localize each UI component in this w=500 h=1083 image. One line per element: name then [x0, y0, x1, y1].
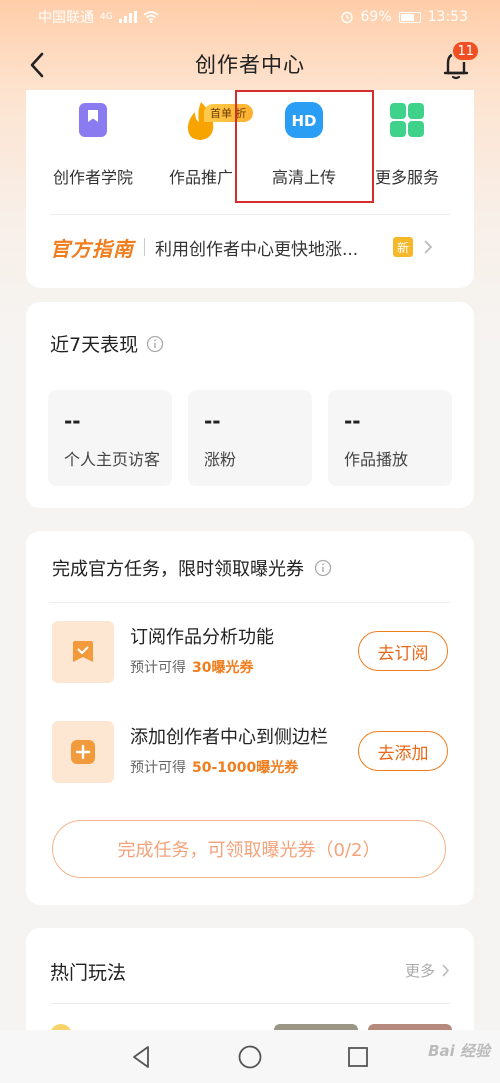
divider: [50, 602, 450, 603]
task-item-add-sidebar: 添加创作者中心到侧边栏 预计可得 50-1000曝光券 去添加: [52, 721, 448, 785]
task-reward: 预计可得 50-1000曝光券: [130, 760, 299, 776]
performance-card: 近7天表现 -- 个人主页访客 -- 涨粉 -- 作品播放: [26, 302, 474, 508]
info-icon[interactable]: [314, 559, 332, 577]
nav-back-icon[interactable]: [129, 1044, 155, 1070]
info-icon[interactable]: [146, 335, 164, 353]
hot-title: 热门玩法: [50, 962, 127, 984]
wifi-icon: [143, 11, 159, 23]
carrier-label: 中国联通: [38, 10, 94, 26]
task-name: 订阅作品分析功能: [130, 627, 274, 648]
section-title: 完成官方任务，限时领取曝光券: [52, 555, 332, 581]
task-item-subscribe: 订阅作品分析功能 预计可得 30曝光券 去订阅: [52, 621, 448, 685]
clock: 13:53: [427, 9, 468, 25]
chevron-right-icon: [424, 240, 433, 254]
tasks-title: 完成官方任务，限时领取曝光券: [52, 559, 304, 580]
section-title: 近7天表现: [50, 330, 164, 357]
claim-vouchers-button[interactable]: 完成任务，可领取曝光券（0/2）: [52, 820, 446, 878]
notification-badge: 11: [451, 40, 480, 62]
divider: [50, 1003, 450, 1004]
subscribe-button[interactable]: 去订阅: [358, 631, 448, 671]
stat-label: 作品播放: [344, 450, 409, 469]
official-guide-row[interactable]: 官方指南 利用创作者中心更快地涨... 新: [50, 230, 458, 264]
plus-icon: [52, 721, 114, 783]
more-link[interactable]: 更多: [405, 960, 450, 981]
tasks-card: 完成官方任务，限时领取曝光券 订阅作品分析功能 预计可得 30曝光券 去订阅 添加…: [26, 531, 474, 905]
stat-value: --: [64, 409, 81, 433]
alarm-icon: [340, 11, 353, 24]
signal-icon: [118, 11, 137, 23]
system-nav-bar: [0, 1030, 500, 1083]
task-name: 添加创作者中心到侧边栏: [130, 727, 328, 748]
service-label: 创作者学院: [52, 168, 133, 187]
watermark: Bai 经验: [428, 1042, 490, 1060]
bookmark-check-icon: [52, 621, 114, 683]
stat-label: 涨粉: [204, 450, 237, 469]
nav-home-icon[interactable]: [237, 1044, 263, 1070]
more-label: 更多: [404, 962, 435, 980]
page-title: 创作者中心: [195, 53, 305, 77]
status-bar: 中国联通 4G 69% 13:53: [0, 0, 500, 34]
book-bookmark-icon: [73, 100, 113, 140]
divider: [144, 238, 145, 256]
battery-icon: [398, 11, 421, 23]
grid-icon: [387, 100, 427, 140]
performance-title: 近7天表现: [50, 334, 139, 356]
app-header: 创作者中心 11: [0, 34, 500, 94]
nav-recents-icon[interactable]: [345, 1044, 371, 1070]
back-arrow-icon[interactable]: [26, 50, 50, 80]
chevron-right-icon: [442, 964, 450, 977]
official-guide-logo: 官方指南: [50, 236, 134, 261]
battery-percent: 69%: [360, 9, 392, 25]
add-button[interactable]: 去添加: [358, 731, 448, 771]
stat-value: --: [204, 409, 221, 433]
new-badge: 新: [393, 237, 413, 257]
divider: [50, 214, 450, 215]
stat-profile-visitors[interactable]: -- 个人主页访客: [48, 390, 172, 486]
task-reward: 预计可得 30曝光券: [130, 660, 254, 676]
network-type: 4G: [100, 12, 113, 22]
highlight-box: [235, 90, 374, 203]
service-creator-academy[interactable]: 创作者学院: [38, 100, 148, 188]
guide-text: 利用创作者中心更快地涨...: [155, 239, 359, 260]
notifications-button[interactable]: 11: [440, 40, 480, 82]
stat-plays[interactable]: -- 作品播放: [328, 390, 452, 486]
stat-followers[interactable]: -- 涨粉: [188, 390, 312, 486]
stat-value: --: [344, 409, 361, 433]
stat-label: 个人主页访客: [64, 450, 161, 469]
